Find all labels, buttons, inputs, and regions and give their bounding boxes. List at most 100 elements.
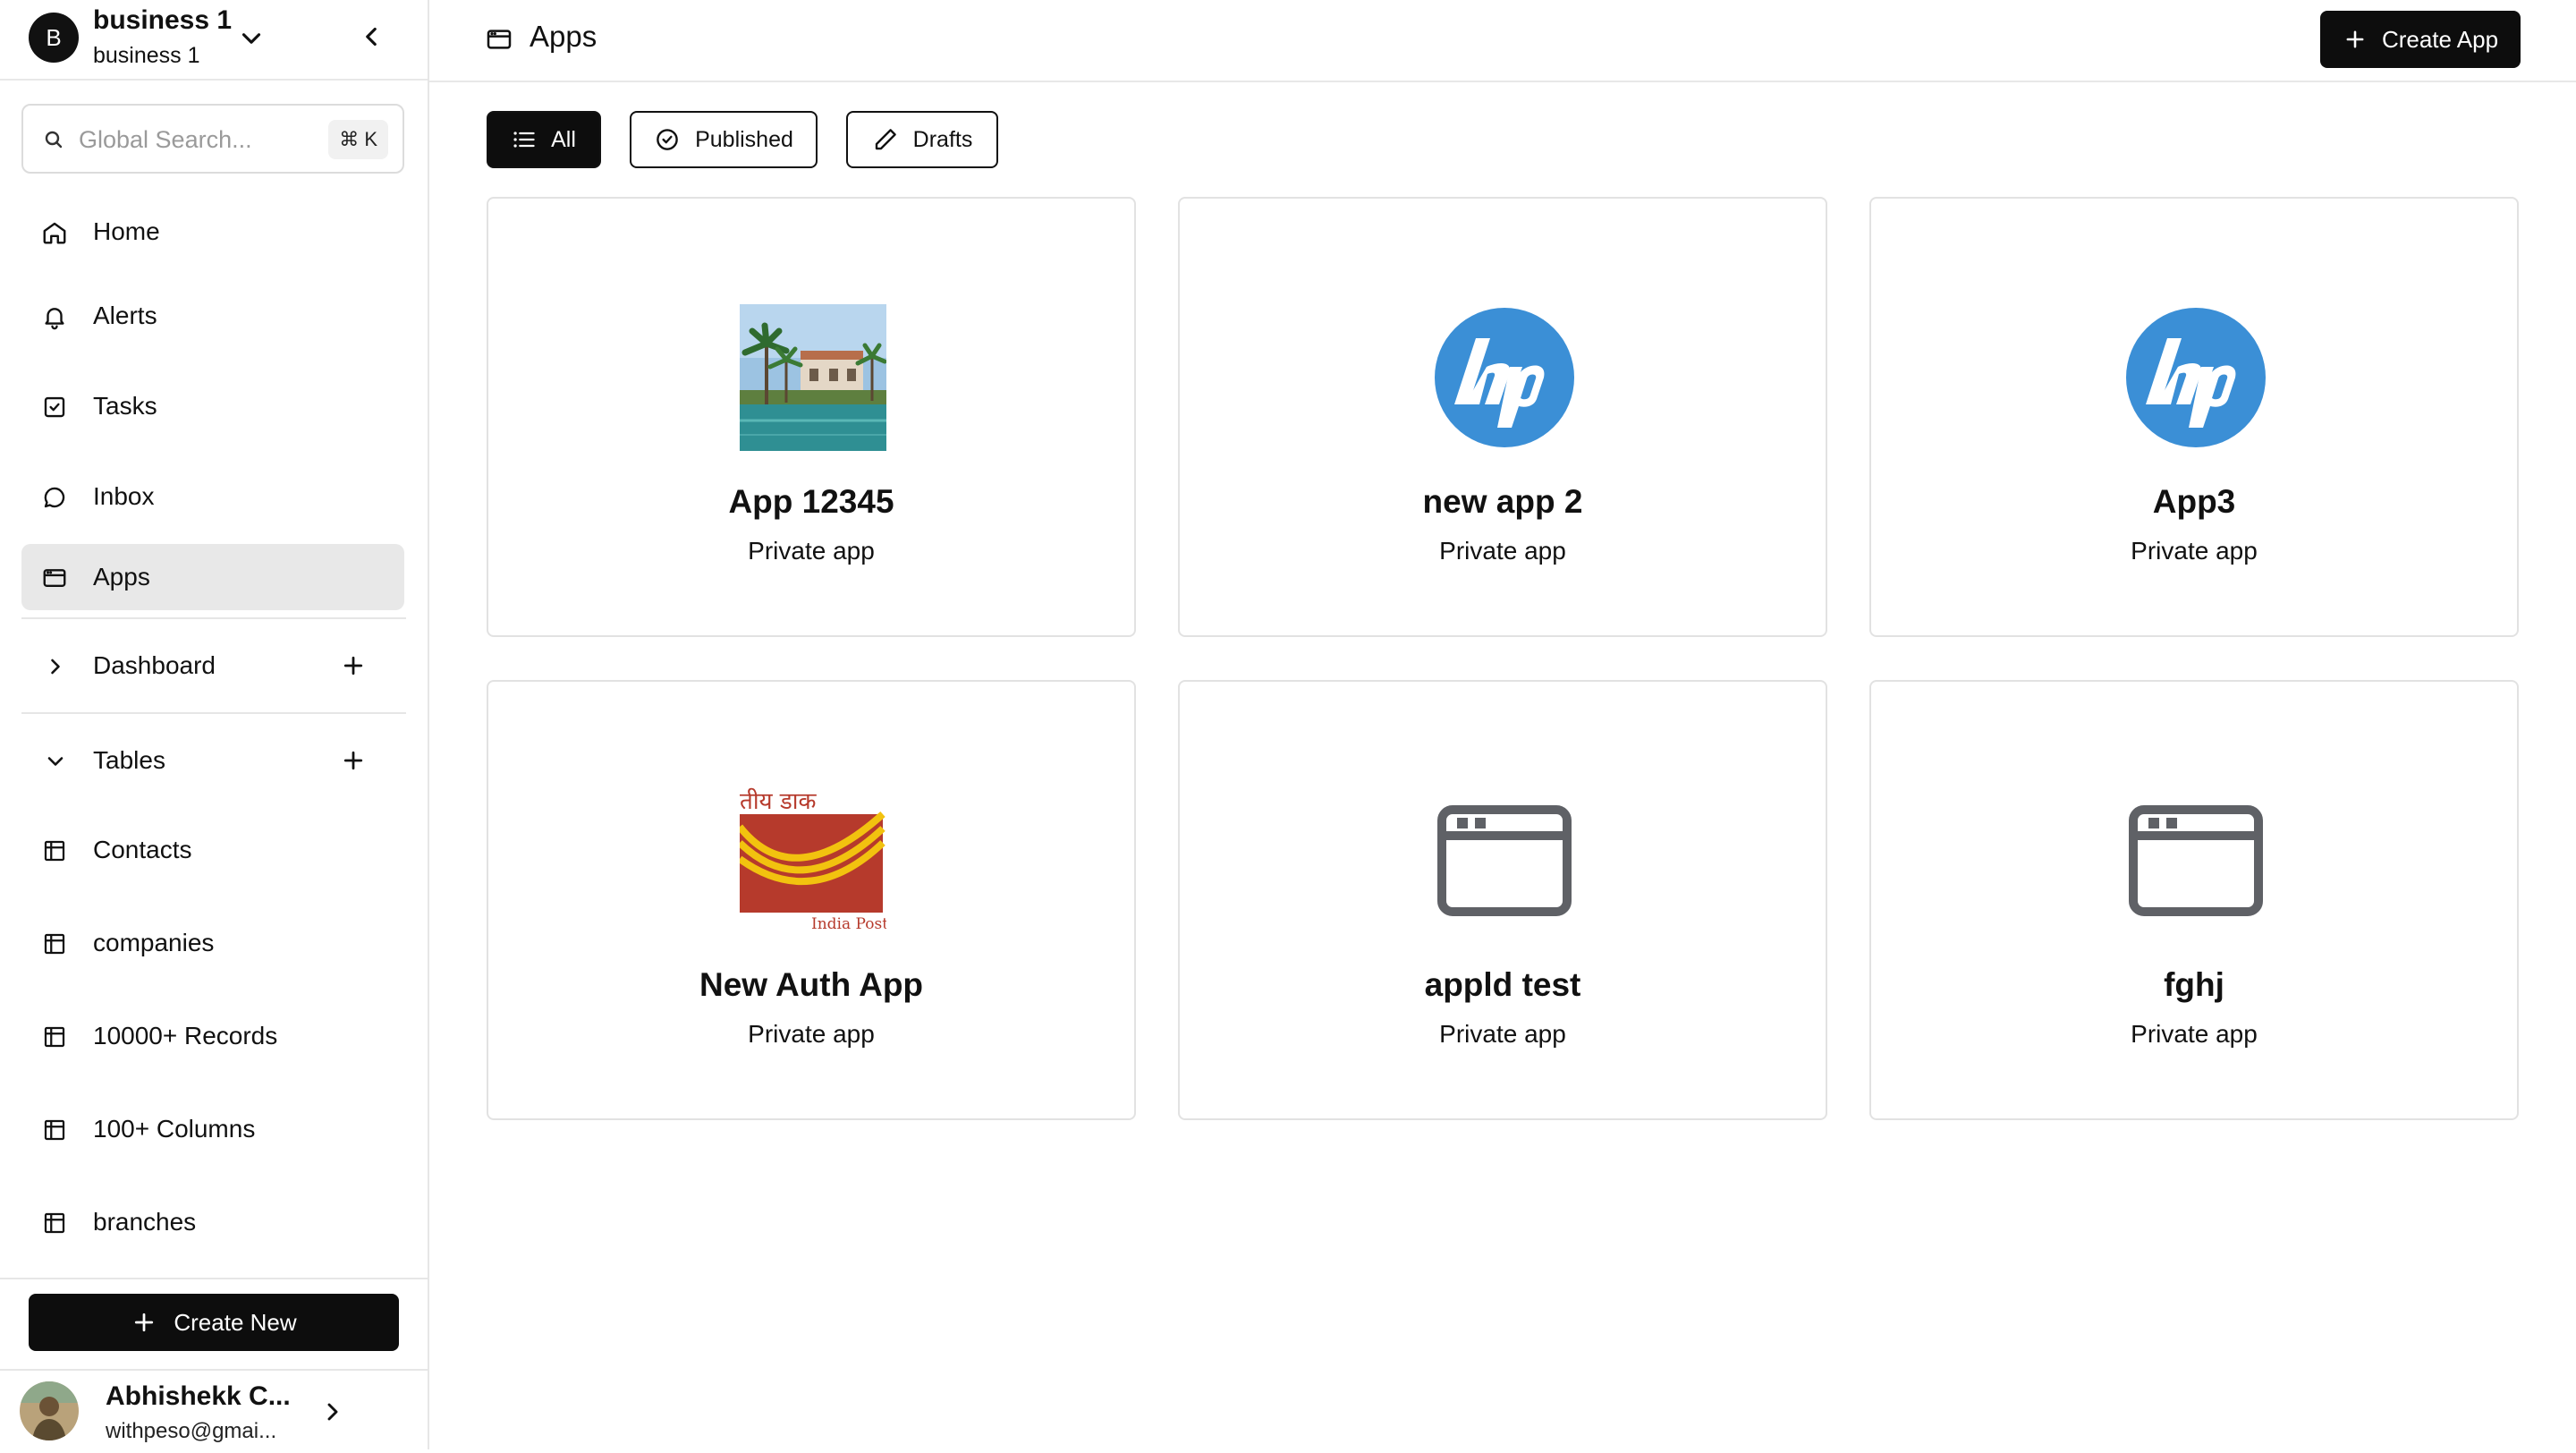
sidebar-item-table-companies[interactable]: companies — [21, 910, 404, 976]
resort-photo-icon — [740, 304, 886, 451]
sidebar-item-apps[interactable]: Apps — [21, 544, 404, 610]
app-name: new app 2 — [1422, 483, 1583, 520]
chevron-right-icon[interactable] — [43, 654, 68, 679]
user-profile-row[interactable]: Abhishekk C... withpeso@gmai... — [0, 1369, 428, 1453]
hp-logo-icon — [1431, 304, 1578, 451]
avatar[interactable] — [20, 1381, 79, 1440]
filter-label: Drafts — [912, 126, 973, 152]
sidebar-item-label: Home — [93, 217, 160, 245]
sidebar-section-dashboard[interactable]: Dashboard — [21, 633, 404, 699]
sidebar-footer: Create New Abhishekk C... withpeso@gmai.… — [0, 1278, 428, 1451]
filter-label: Published — [695, 126, 793, 152]
pencil-icon — [872, 126, 899, 153]
filter-all-button[interactable]: All — [487, 111, 601, 168]
sidebar-item-label: Contacts — [93, 836, 192, 863]
india-post-caption: India Post — [811, 915, 886, 933]
search-shortcut-badge: ⌘ K — [328, 120, 388, 159]
chevron-down-icon[interactable] — [236, 23, 267, 54]
home-icon — [41, 219, 68, 246]
sidebar-item-label: Alerts — [93, 302, 157, 329]
hp-logo-icon — [2123, 304, 2269, 451]
sidebar: B business 1 business 1 ⌘ K Home Alerts … — [0, 0, 429, 1449]
create-app-button[interactable]: Create App — [2320, 11, 2521, 68]
search-input[interactable] — [77, 118, 331, 161]
app-card[interactable]: App 12345 Private app — [487, 197, 1136, 637]
chat-bubble-icon — [41, 484, 68, 511]
app-visibility: Private app — [1439, 1020, 1566, 1048]
plus-icon — [131, 1309, 157, 1336]
collapse-sidebar-icon[interactable] — [356, 21, 386, 52]
table-icon — [41, 1117, 68, 1143]
app-visibility: Private app — [748, 1020, 875, 1048]
app-card[interactable]: fghj Private app — [1869, 680, 2519, 1120]
workspace-subtitle: business 1 — [93, 43, 200, 68]
sidebar-item-label: Inbox — [93, 482, 155, 510]
workspace-name[interactable]: business 1 — [93, 5, 232, 36]
top-bar: Apps Create App — [429, 0, 2576, 82]
list-icon — [512, 127, 537, 152]
section-label: Dashboard — [93, 651, 216, 679]
table-icon — [41, 1210, 68, 1236]
search-icon — [43, 129, 64, 150]
filter-published-button[interactable]: Published — [630, 111, 818, 168]
create-new-button[interactable]: Create New — [29, 1294, 399, 1351]
filter-label: All — [551, 126, 576, 152]
workspace-avatar[interactable]: B — [29, 13, 79, 63]
sidebar-item-table-columns[interactable]: 100+ Columns — [21, 1096, 404, 1162]
sidebar-item-table-records[interactable]: 10000+ Records — [21, 1003, 404, 1069]
sidebar-item-label: 10000+ Records — [93, 1022, 278, 1049]
check-circle-icon — [654, 126, 681, 153]
user-name: Abhishekk C... — [106, 1381, 291, 1411]
add-dashboard-icon[interactable] — [340, 652, 367, 679]
sidebar-item-home[interactable]: Home — [21, 199, 404, 265]
workspace-header: B business 1 business 1 — [0, 0, 428, 81]
app-card[interactable]: new app 2 Private app — [1178, 197, 1827, 637]
divider — [21, 617, 406, 619]
table-icon — [41, 1024, 68, 1050]
bell-icon — [41, 303, 68, 330]
sidebar-section-tables[interactable]: Tables — [21, 727, 404, 794]
checkbox-icon — [41, 394, 68, 421]
sidebar-item-label: branches — [93, 1208, 197, 1236]
app-visibility: Private app — [1439, 537, 1566, 565]
app-name: appld test — [1424, 966, 1581, 1003]
create-app-label: Create App — [2381, 25, 2499, 53]
sidebar-item-tasks[interactable]: Tasks — [21, 373, 404, 439]
browser-window-icon — [41, 565, 68, 591]
india-post-logo-icon: तीय डाक India Post — [740, 787, 886, 934]
sidebar-item-alerts[interactable]: Alerts — [21, 283, 404, 349]
app-name: App3 — [2152, 483, 2236, 520]
sidebar-item-label: companies — [93, 929, 215, 956]
app-card[interactable]: App3 Private app — [1869, 197, 2519, 637]
app-name: fghj — [2164, 966, 2224, 1003]
filter-drafts-button[interactable]: Drafts — [846, 111, 998, 168]
page-title: Apps — [530, 20, 597, 53]
plus-icon — [2343, 27, 2368, 52]
india-post-hindi-text: तीय डाक — [740, 787, 818, 815]
global-search[interactable]: ⌘ K — [21, 104, 404, 174]
app-visibility: Private app — [2131, 1020, 2258, 1048]
divider — [21, 712, 406, 714]
table-icon — [41, 930, 68, 957]
sidebar-item-label: Apps — [93, 563, 150, 591]
sidebar-item-table-contacts[interactable]: Contacts — [21, 817, 404, 883]
browser-window-icon — [1431, 787, 1578, 934]
sidebar-item-label: 100+ Columns — [93, 1115, 256, 1143]
app-visibility: Private app — [748, 537, 875, 565]
browser-window-icon — [485, 25, 513, 54]
sidebar-item-label: Tasks — [93, 392, 157, 420]
browser-window-icon — [2123, 787, 2269, 934]
chevron-down-icon[interactable] — [43, 749, 68, 774]
sidebar-item-table-branches[interactable]: branches — [21, 1189, 404, 1255]
chevron-right-icon[interactable] — [318, 1398, 347, 1426]
app-card[interactable]: तीय डाक India Post New Auth App Private … — [487, 680, 1136, 1120]
add-table-icon[interactable] — [340, 747, 367, 774]
table-icon — [41, 837, 68, 864]
section-label: Tables — [93, 746, 165, 774]
create-new-label: Create New — [174, 1308, 297, 1336]
user-email: withpeso@gmai... — [106, 1419, 277, 1443]
app-name: New Auth App — [699, 966, 924, 1003]
app-card[interactable]: appld test Private app — [1178, 680, 1827, 1120]
sidebar-item-inbox[interactable]: Inbox — [21, 463, 404, 530]
app-name: App 12345 — [728, 483, 894, 520]
